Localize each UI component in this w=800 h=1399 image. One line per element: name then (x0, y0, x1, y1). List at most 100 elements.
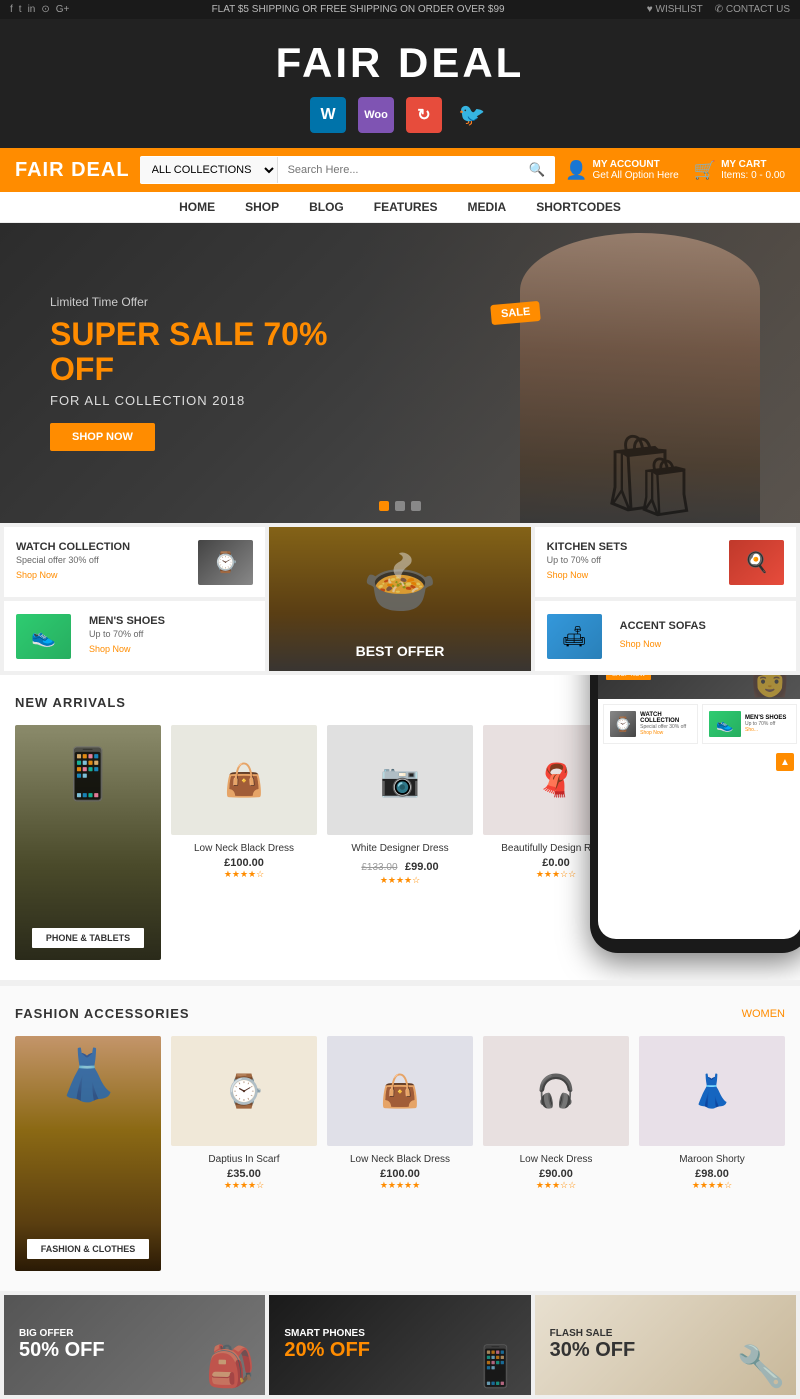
category-shoes-link[interactable]: Shop Now (89, 644, 131, 654)
category-watches-title: WATCH COLLECTION (16, 541, 188, 553)
wordpress-icon: W (310, 97, 346, 133)
fashion-featured-label: FASHION & CLOTHES (27, 1239, 150, 1259)
fashion-accessories-section: FASHION ACCESSORIES WOMEN 👗 FASHION & CL… (0, 980, 800, 1291)
featured-phones-card: 📱 PHONE & TABLETS (15, 725, 161, 960)
category-watches-image: ⌚ (198, 540, 253, 585)
sale-badge: SALE (490, 301, 541, 325)
social-linkedin[interactable]: in (28, 4, 36, 15)
product-2-image: 📷 (327, 725, 473, 835)
my-account-sub: Get All Option Here (593, 170, 679, 181)
top-bar-actions[interactable]: ♥ WISHLIST ✆ CONTACT US (647, 4, 790, 15)
nav-media[interactable]: MEDIA (468, 200, 507, 214)
product-1-stars: ★★★★☆ (171, 869, 317, 880)
hero-dots (379, 501, 421, 511)
category-sofas-link[interactable]: Shop Now (620, 639, 662, 649)
category-kitchen-link[interactable]: Shop Now (547, 570, 589, 580)
banner-big-offer[interactable]: BIG OFFER 50% OFF 🎒 (4, 1295, 265, 1395)
category-watches-link[interactable]: Shop Now (16, 570, 58, 580)
category-kitchen-sub: Up to 70% off (547, 555, 719, 565)
scroll-up-button[interactable]: ▲ (776, 753, 794, 771)
header-actions: 👤 MY ACCOUNT Get All Option Here 🛒 MY CA… (565, 159, 785, 181)
social-rss[interactable]: ⊙ (41, 4, 49, 15)
phone-cat-shoes: 👟 MEN'S SHOES Up to 70% off Sho... (702, 704, 797, 744)
fashion-4-stars: ★★★★☆ (639, 1180, 785, 1191)
my-account-button[interactable]: 👤 MY ACCOUNT Get All Option Here (565, 159, 679, 181)
category-grid: WATCH COLLECTION Special offer 30% off S… (0, 523, 800, 675)
wishlist-link[interactable]: ♥ WISHLIST (647, 4, 703, 15)
fashion-4-image: 👗 (639, 1036, 785, 1146)
fashion-product-4: 👗 Maroon Shorty £98.00 ★★★★☆ (639, 1036, 785, 1271)
fashion-3-name: Low Neck Dress (483, 1154, 629, 1165)
header-logo[interactable]: FAIR DEAL (15, 159, 130, 182)
phone-shop-btn[interactable]: SHOP NOW (606, 675, 651, 680)
category-shoes-sub: Up to 70% off (89, 629, 253, 639)
product-2-old-price: £133.00 (361, 862, 397, 873)
site-header: FAIR DEAL ALL COLLECTIONS 🔍 👤 MY ACCOUNT… (0, 148, 800, 192)
product-item-2: 📷 White Designer Dress £133.00 £99.00 ★★… (327, 725, 473, 960)
banner-smart-phones[interactable]: SMART PHONES 20% OFF 📱 (269, 1295, 530, 1395)
nav-features[interactable]: FEATURES (374, 200, 438, 214)
fashion-3-image: 🎧 (483, 1036, 629, 1146)
shipping-notice: FLAT $5 SHIPPING OR FREE SHIPPING ON ORD… (212, 4, 505, 15)
hero-subtitle: Limited Time Offer (50, 295, 350, 309)
shop-now-button[interactable]: SHOP NOW (50, 423, 155, 451)
hero-dot-3[interactable] (411, 501, 421, 511)
new-arrivals-title: NEW ARRIVALS (15, 695, 126, 710)
phone-shoes-link[interactable]: Sho... (745, 727, 786, 733)
fashion-header: FASHION ACCESSORIES WOMEN (15, 1006, 785, 1021)
nav-home[interactable]: HOME (179, 200, 215, 214)
banner-3-image: 🔧 (736, 1343, 786, 1390)
social-twitter[interactable]: t (19, 4, 22, 15)
refresh-icon: ↻ (406, 97, 442, 133)
product-1-price: £100.00 (171, 857, 317, 869)
site-title: FAIR DEAL (0, 39, 800, 87)
social-links[interactable]: f t in ⊙ G+ (10, 4, 69, 15)
best-offer-label: BEST OFFER (269, 643, 530, 659)
nav-shop[interactable]: SHOP (245, 200, 279, 214)
category-best-offer: 🍲 BEST OFFER (269, 527, 530, 671)
search-bar[interactable]: ALL COLLECTIONS 🔍 (140, 156, 556, 184)
fashion-product-2: 👜 Low Neck Black Dress £100.00 ★★★★★ (327, 1036, 473, 1271)
phone-categories: ⌚ WATCH COLLECTION Special offer 30% off… (598, 699, 800, 749)
cart-icon: 🛒 (694, 160, 716, 181)
phone-shoes-img: 👟 (709, 711, 741, 737)
women-link[interactable]: WOMEN (742, 1008, 785, 1020)
product-2-price: £99.00 (405, 861, 439, 873)
category-watches-info: WATCH COLLECTION Special offer 30% off S… (16, 541, 188, 583)
product-1-image: 👜 (171, 725, 317, 835)
category-shoes: 👟 MEN'S SHOES Up to 70% off Shop Now (4, 601, 265, 671)
search-input[interactable] (278, 158, 519, 182)
product-2-stars: ★★★★☆ (327, 875, 473, 886)
fashion-2-price: £100.00 (327, 1168, 473, 1180)
phone-watches-info: WATCH COLLECTION Special offer 30% off S… (640, 712, 691, 736)
best-offer-image: 🍲 (363, 547, 438, 618)
collections-dropdown[interactable]: ALL COLLECTIONS (140, 157, 278, 183)
my-cart-button[interactable]: 🛒 MY CART Items: 0 - 0.00 (694, 159, 785, 181)
nav-shortcodes[interactable]: SHORTCODES (536, 200, 621, 214)
hero-dot-1[interactable] (379, 501, 389, 511)
category-shoes-info: MEN'S SHOES Up to 70% off Shop Now (89, 615, 253, 657)
hero-description: FOR ALL COLLECTION 2018 (50, 393, 350, 408)
hero-dot-2[interactable] (395, 501, 405, 511)
fashion-product-1: ⌚ Daptius In Scarf £35.00 ★★★★☆ (171, 1036, 317, 1271)
contact-link[interactable]: ✆ CONTACT US (715, 4, 790, 15)
social-google[interactable]: G+ (56, 4, 70, 15)
category-kitchen-info: KITCHEN SETS Up to 70% off Shop Now (547, 541, 719, 583)
my-cart-sub: Items: 0 - 0.00 (721, 170, 785, 181)
fashion-3-stars: ★★★☆☆ (483, 1180, 629, 1191)
fashion-2-image: 👜 (327, 1036, 473, 1146)
category-sofas: 🛋 ACCENT SOFAS Shop Now (535, 601, 796, 671)
fashion-grid: 👗 FASHION & CLOTHES ⌚ Daptius In Scarf £… (15, 1036, 785, 1271)
banner-flash-sale[interactable]: FLASH SALE 30% OFF 🔧 (535, 1295, 796, 1395)
phone-shoes-info: MEN'S SHOES Up to 70% off Sho... (745, 715, 786, 733)
nav-blog[interactable]: BLOG (309, 200, 344, 214)
category-shoes-title: MEN'S SHOES (89, 615, 253, 627)
banner-1-image: 🎒 (206, 1343, 256, 1390)
search-button[interactable]: 🔍 (518, 156, 555, 184)
fashion-2-name: Low Neck Black Dress (327, 1154, 473, 1165)
new-arrivals-section: NEW ARRIVALS TOP PRODUCTS 📱 PHONE & TABL… (0, 675, 800, 980)
fashion-1-price: £35.00 (171, 1168, 317, 1180)
phone-watches-link[interactable]: Shop Now (640, 730, 691, 736)
social-facebook[interactable]: f (10, 4, 13, 15)
banner-2-tag: SMART PHONES (284, 1328, 515, 1339)
